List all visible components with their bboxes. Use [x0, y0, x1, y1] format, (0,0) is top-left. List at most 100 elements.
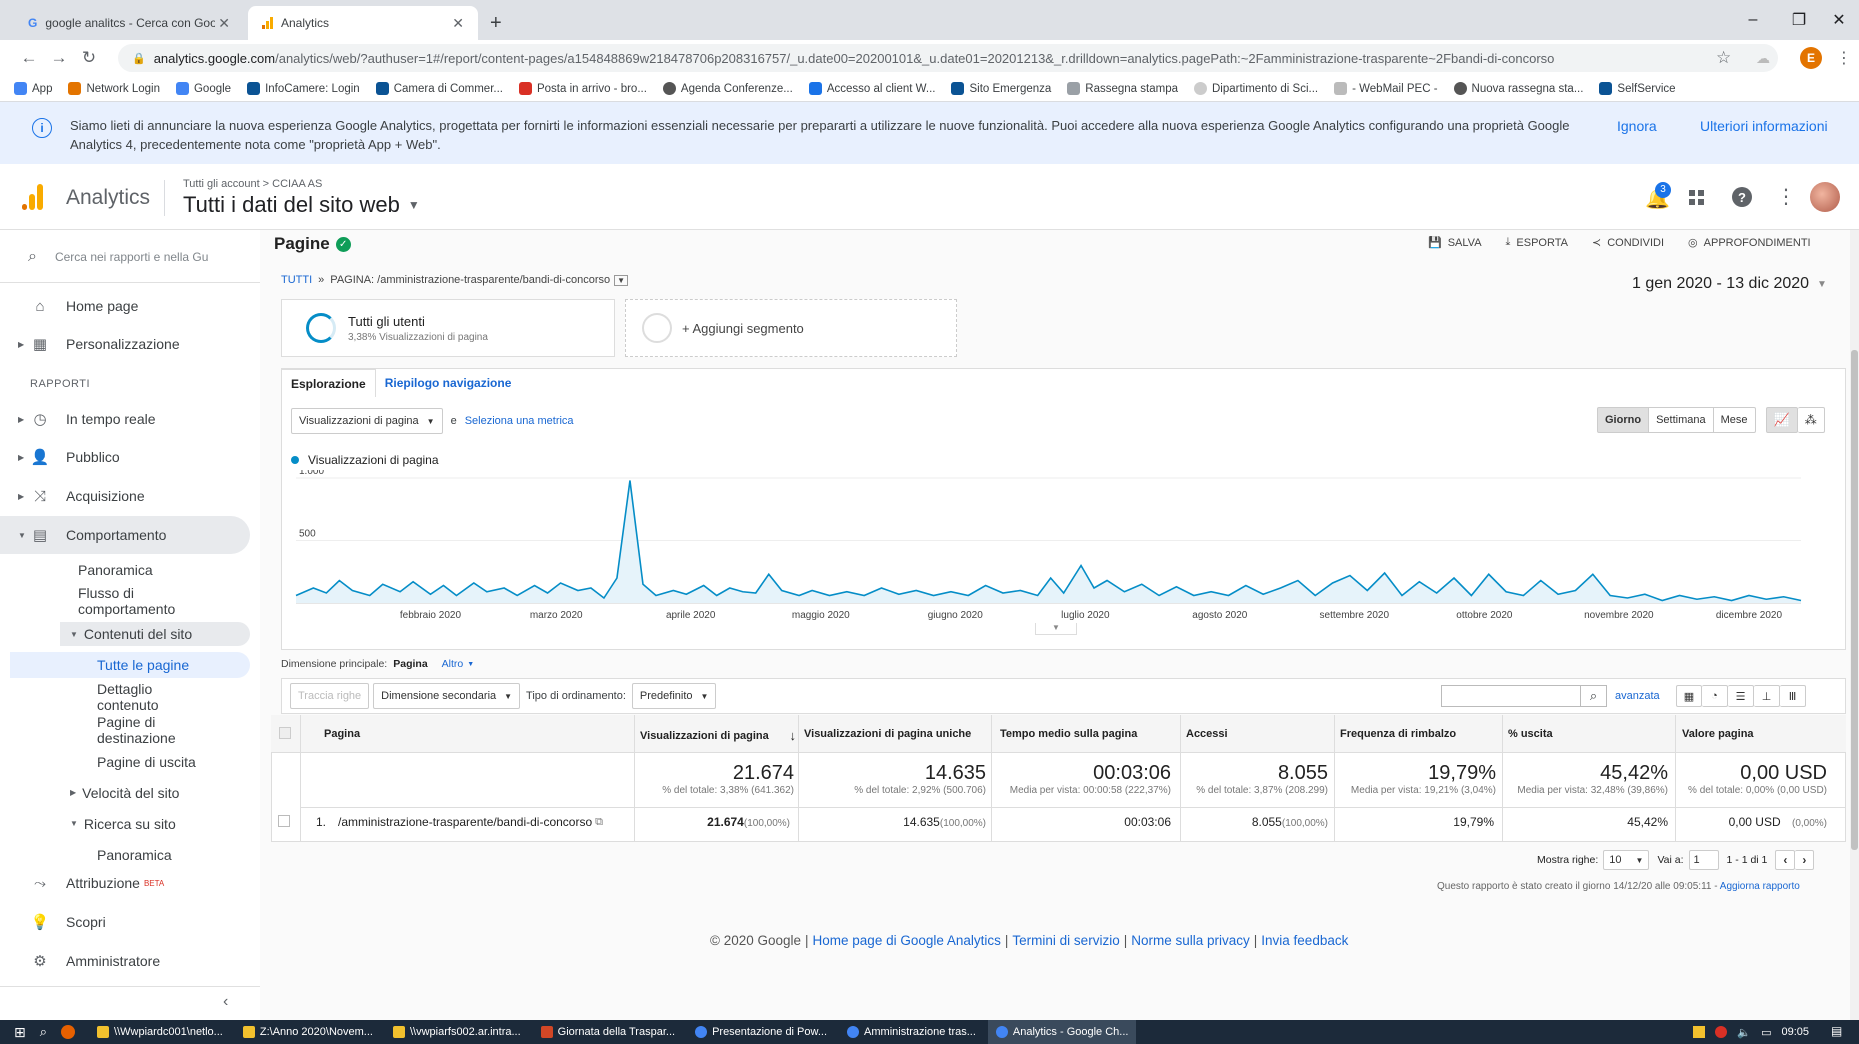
cloud-icon[interactable]: ☁ [1756, 40, 1770, 76]
footer-link-privacy[interactable]: Norme sulla privacy [1131, 933, 1250, 948]
add-segment-button[interactable]: + Aggiungi segmento [625, 299, 957, 357]
scrollbar[interactable] [1850, 230, 1859, 1020]
tab-explorer[interactable]: Esplorazione [281, 369, 376, 397]
account-breadcrumb[interactable]: Tutti gli account > CCIAA AS [183, 178, 322, 190]
windows-start-icon[interactable]: ⊞ [14, 1024, 26, 1041]
browser-tab-search[interactable]: G google analitcs - Cerca con Goo ✕ [14, 6, 244, 40]
bookmark-item[interactable]: Sito Emergenza [951, 82, 1051, 95]
sort-type-select[interactable]: Predefinito ▼ [631, 683, 717, 709]
sidebar-item-behavior-overview[interactable]: Panoramica [78, 562, 153, 578]
sidebar-item-landing-pages[interactable]: Pagine di destinazione [97, 714, 207, 746]
performance-view-icon[interactable]: ☰ [1728, 685, 1754, 707]
banner-ignore-link[interactable]: Ignora [1617, 118, 1657, 134]
close-window-icon[interactable]: ✕ [1816, 0, 1859, 40]
clock-time[interactable]: 09:05 [1781, 1026, 1809, 1038]
notifications-icon[interactable]: ▤ [1831, 1024, 1842, 1038]
sidebar-item-site-search[interactable]: ▼ Ricerca su sito [70, 816, 176, 832]
bookmark-item[interactable]: Network Login [68, 82, 160, 95]
bookmark-item[interactable]: Posta in arrivo - bro... [518, 82, 647, 95]
bookmark-item[interactable]: Accesso al client W... [808, 82, 935, 95]
taskbar-item[interactable]: Z:\Anno 2020\Novem... [235, 1020, 381, 1044]
profile-avatar[interactable]: E [1800, 47, 1822, 69]
dropdown-caret-icon[interactable]: ▼ [614, 274, 629, 286]
rows-per-page-select[interactable]: 10 ▼ [1603, 850, 1650, 870]
chart-collapse-handle[interactable]: ▼ [1035, 623, 1077, 635]
sidebar-item-home[interactable]: ⌂ Home page [0, 287, 250, 325]
col-header-pageviews[interactable]: Visualizzazioni di pagina ↓ [640, 728, 796, 743]
sidebar-item-content-drilldown[interactable]: Dettaglio contenuto [97, 681, 197, 713]
prev-page-button[interactable]: ‹ [1775, 850, 1796, 870]
table-search-input[interactable] [1441, 685, 1581, 707]
pivot-view-icon[interactable]: Ⅲ [1780, 685, 1806, 707]
search-icon[interactable]: ⌕ [40, 1024, 47, 1040]
taskbar-item[interactable]: Amministrazione tras... [839, 1020, 984, 1044]
select-metric-link[interactable]: Seleziona una metrica [465, 415, 574, 427]
bookmark-item[interactable]: SelfService [1599, 82, 1676, 95]
insights-button[interactable]: ◎ APPROFONDIMENTI [1688, 236, 1811, 250]
apps-grid-icon[interactable] [1689, 190, 1704, 205]
col-header-page-value[interactable]: Valore pagina [1682, 728, 1754, 740]
line-chart-icon[interactable]: 📈 [1765, 407, 1798, 433]
bookmark-item[interactable]: InfoCamere: Login [247, 82, 360, 95]
refresh-report-link[interactable]: Aggiorna rapporto [1720, 881, 1800, 892]
network-icon[interactable]: ▭ [1761, 1026, 1771, 1039]
taskbar-item-active[interactable]: Analytics - Google Ch... [987, 1020, 1137, 1044]
bookmark-item[interactable]: Dipartimento di Sci... [1194, 82, 1318, 95]
search-input[interactable]: Cerca nei rapporti e nella Gu [55, 250, 208, 264]
new-tab-button[interactable]: + [490, 6, 502, 40]
plot-rows-button[interactable]: Traccia righe [290, 683, 370, 709]
select-all-checkbox[interactable] [279, 727, 291, 739]
sidebar-item-behavior-flow[interactable]: Flusso di comportamento [78, 585, 218, 617]
taskbar-item[interactable]: \\Wwpiardc001\netlo... [89, 1020, 231, 1044]
metric-select[interactable]: Visualizzazioni di pagina ▼ [291, 408, 443, 434]
reload-icon[interactable]: ↻ [74, 40, 104, 76]
bookmark-item[interactable]: Google [175, 82, 231, 95]
tab-navigation-summary[interactable]: Riepilogo navigazione [376, 376, 521, 390]
advanced-filter-link[interactable]: avanzata [1615, 690, 1660, 702]
comparison-view-icon[interactable]: ⊥ [1754, 685, 1780, 707]
col-header-avg-time[interactable]: Tempo medio sulla pagina [1000, 728, 1137, 740]
row-checkbox[interactable] [278, 815, 290, 827]
segment-all-users[interactable]: Tutti gli utenti 3,38% Visualizzazioni di… [281, 299, 615, 357]
period-day-button[interactable]: Giorno [1597, 407, 1650, 433]
secondary-dimension-select[interactable]: Dimensione secondaria ▼ [373, 683, 521, 709]
sidebar-item-exit-pages[interactable]: Pagine di uscita [97, 754, 196, 770]
url-input[interactable]: 🔒 analytics.google.com/analytics/web/?au… [118, 44, 1778, 72]
col-header-exit-pct[interactable]: % uscita [1508, 728, 1553, 740]
sidebar-item-acquisition[interactable]: ▶ ⤨ Acquisizione [0, 477, 250, 515]
sidebar-item-site-content[interactable]: ▼ Contenuti del sito [60, 622, 250, 646]
footer-link-home[interactable]: Home page di Google Analytics [813, 933, 1001, 948]
bookmark-item[interactable]: Camera di Commer... [375, 82, 503, 95]
sidebar-search[interactable]: ⌕ Cerca nei rapporti e nella Gu [28, 244, 250, 270]
property-selector[interactable]: Tutti i dati del sito web ▼ [183, 192, 420, 218]
user-avatar[interactable] [1810, 182, 1840, 212]
col-header-entrances[interactable]: Accessi [1186, 728, 1228, 740]
col-header-bounce-rate[interactable]: Frequenza di rimbalzo [1340, 728, 1456, 740]
row-page-link[interactable]: /amministrazione-trasparente/bandi-di-co… [338, 815, 592, 829]
bookmark-apps[interactable]: App [14, 82, 52, 95]
taskbar-item[interactable]: \\vwpiarfs002.ar.intra... [385, 1020, 529, 1044]
browser-tab-analytics[interactable]: Analytics ✕ [248, 6, 478, 40]
sidebar-item-realtime[interactable]: ▶ ◷ In tempo reale [0, 400, 250, 438]
tray-app-icon[interactable] [1693, 1026, 1706, 1038]
open-external-icon[interactable]: ⧉ [595, 816, 603, 829]
sidebar-item-admin[interactable]: ⚙ Amministratore [0, 942, 250, 980]
sidebar-item-attribution[interactable]: ⤳ Attribuzione BETA [0, 864, 250, 902]
taskbar-item[interactable]: Giornata della Traspar... [533, 1020, 683, 1044]
footer-link-feedback[interactable]: Invia feedback [1261, 933, 1348, 948]
sidebar-item-customization[interactable]: ▶ ▦ Personalizzazione [0, 325, 250, 363]
bookmark-item[interactable]: Agenda Conferenze... [662, 82, 793, 95]
back-icon[interactable]: ← [14, 40, 44, 76]
help-icon[interactable]: ? [1732, 187, 1752, 207]
next-page-button[interactable]: › [1795, 850, 1815, 870]
save-button[interactable]: 💾 SALVA [1428, 236, 1482, 250]
export-button[interactable]: ⤓ ESPORTA [1506, 236, 1568, 249]
taskbar-item[interactable]: Presentazione di Pow... [687, 1020, 835, 1044]
tray-app-icon[interactable] [1715, 1026, 1728, 1038]
col-header-unique-pageviews[interactable]: Visualizzazioni di pagina uniche [804, 728, 971, 740]
crumb-all-link[interactable]: TUTTI [281, 274, 312, 286]
collapse-sidebar-icon[interactable]: ‹ [223, 993, 228, 1011]
volume-icon[interactable]: 🔈 [1737, 1026, 1751, 1039]
pie-view-icon[interactable]: ◔ [1702, 685, 1728, 707]
close-tab-icon[interactable]: ✕ [218, 15, 230, 32]
